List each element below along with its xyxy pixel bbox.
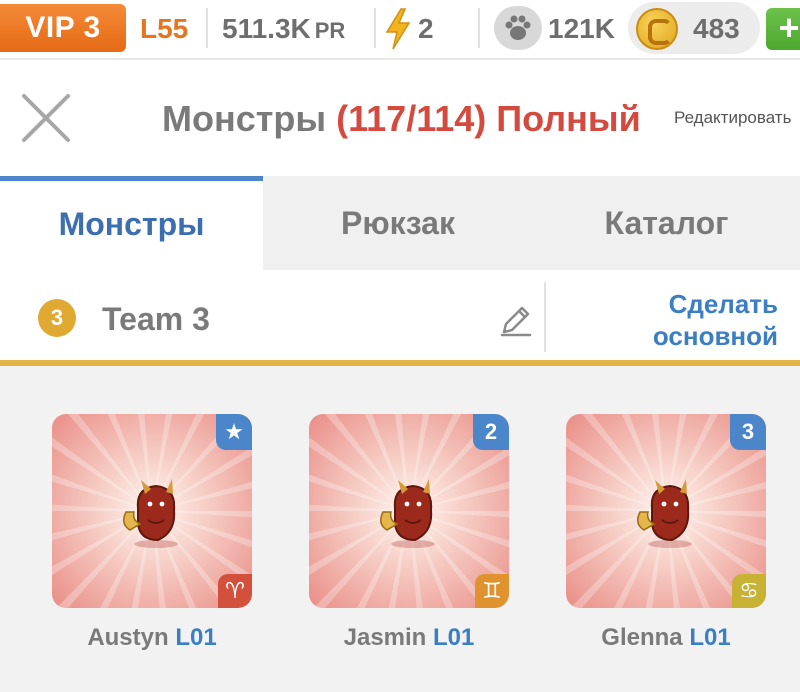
aries-icon: ♈ — [218, 574, 252, 608]
gemini-icon: ♊ — [475, 574, 509, 608]
team-number-badge: 3 — [38, 299, 76, 337]
monster-capacity: (117/114) Полный — [336, 98, 641, 139]
close-icon[interactable] — [20, 92, 72, 144]
energy-count: 2 — [418, 13, 434, 44]
bolt-icon — [385, 8, 411, 50]
paw-icon — [494, 6, 542, 50]
add-coins-button[interactable]: + — [766, 8, 800, 50]
tab-bar: Монстры Рюкзак Каталог — [0, 176, 800, 270]
monster-level: L01 — [689, 624, 731, 651]
tab-monsters[interactable]: Монстры — [0, 176, 263, 270]
edit-link[interactable]: Редактировать — [674, 108, 791, 128]
vip-badge[interactable]: VIP 3 — [0, 4, 126, 52]
page-title-text: Монстры — [162, 98, 327, 139]
power-value: 511.3K — [222, 13, 311, 44]
power-rating: 511.3K PR — [222, 4, 345, 52]
monster-level: L01 — [433, 624, 475, 651]
monster-card[interactable]: ★ ♈ — [52, 414, 252, 608]
monster-card[interactable]: 3 ♋ — [566, 414, 766, 608]
page-header: Монстры (117/114) Полный Редактировать — [0, 62, 800, 176]
pencil-icon[interactable] — [498, 302, 534, 338]
monster-name: Jasmin L01 — [289, 624, 529, 652]
team-name: Team 3 — [102, 301, 210, 337]
monster-name: Glenna L01 — [546, 624, 786, 652]
paw-count: 121K — [548, 13, 615, 44]
player-level: L55 — [140, 13, 189, 44]
monster-name: Austyn L01 — [32, 624, 272, 652]
coin-icon — [636, 8, 678, 50]
monster-icon — [380, 479, 435, 548]
monster-level: L01 — [175, 624, 217, 651]
divider — [206, 8, 208, 48]
cancer-icon: ♋ — [732, 574, 766, 608]
slot-number: 3 — [730, 414, 766, 450]
monster-name-text: Austyn — [87, 624, 169, 651]
monster-icon — [123, 479, 178, 548]
monster-grid: ★ ♈ Austyn L01 2 ♊ Jasmin L01 3 ♋ Glenna… — [0, 366, 800, 692]
monster-name-text: Glenna — [601, 624, 683, 651]
monster-icon — [637, 479, 692, 548]
tab-catalog[interactable]: Каталог — [533, 176, 800, 270]
coin-count: 483 — [693, 13, 740, 44]
slot-number: 2 — [473, 414, 509, 450]
power-unit: PR — [314, 18, 346, 43]
page-title: Монстры (117/114) Полный — [162, 98, 641, 140]
divider — [374, 8, 376, 48]
divider — [478, 8, 480, 48]
status-bar: VIP 3 L55 511.3K PR 2 121K 483 + — [0, 0, 800, 60]
monster-name-text: Jasmin — [343, 624, 427, 651]
tab-backpack[interactable]: Рюкзак — [263, 176, 533, 270]
team-row: 3 Team 3 Сделать основной — [0, 270, 800, 362]
star-icon: ★ — [216, 414, 252, 450]
make-main-button[interactable]: Сделать основной — [556, 288, 778, 352]
divider — [544, 282, 546, 352]
monster-card[interactable]: 2 ♊ — [309, 414, 509, 608]
